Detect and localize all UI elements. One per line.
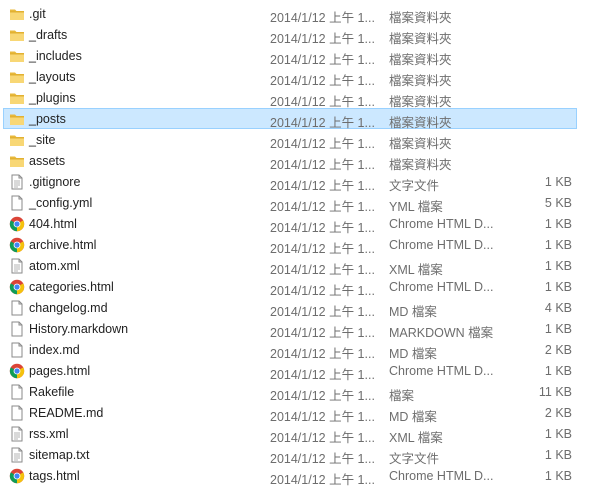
file-name: assets xyxy=(29,154,66,168)
text-file-icon xyxy=(9,174,25,190)
folder-icon xyxy=(9,6,25,22)
file-row[interactable]: tags.html 2014/1/12 上午 1... Chrome HTML D.… xyxy=(3,465,577,487)
file-row[interactable]: .gitignore 2014/1/12 上午 1... 文字文件 1 KB xyxy=(3,171,577,193)
file-name: _plugins xyxy=(29,91,76,105)
file-type: Chrome HTML D... xyxy=(389,469,494,483)
file-icon xyxy=(9,195,25,211)
folder-icon xyxy=(9,90,25,106)
file-name: changelog.md xyxy=(29,301,108,315)
file-type: Chrome HTML D... xyxy=(389,364,494,378)
file-name: index.md xyxy=(29,343,80,357)
chrome-icon xyxy=(9,363,25,379)
file-icon xyxy=(9,300,25,316)
file-type: Chrome HTML D... xyxy=(389,238,494,252)
file-row[interactable]: _config.yml 2014/1/12 上午 1... YML 檔案 5 KB xyxy=(3,192,577,214)
text-file-icon xyxy=(9,258,25,274)
file-name: _drafts xyxy=(29,28,68,42)
file-size: 1 KB xyxy=(544,364,572,378)
file-name: pages.html xyxy=(29,364,91,378)
file-type: Chrome HTML D... xyxy=(389,217,494,231)
file-size: 1 KB xyxy=(544,259,572,273)
file-icon xyxy=(9,405,25,421)
file-name: _config.yml xyxy=(29,196,93,210)
folder-icon xyxy=(9,111,25,127)
file-icon xyxy=(9,342,25,358)
file-size: 1 KB xyxy=(544,427,572,441)
file-name: rss.xml xyxy=(29,427,69,441)
file-size: 1 KB xyxy=(544,238,572,252)
file-name: History.markdown xyxy=(29,322,129,336)
file-row[interactable]: assets 2014/1/12 上午 1... 檔案資料夾 xyxy=(3,150,577,172)
chrome-icon xyxy=(9,216,25,232)
file-row[interactable]: atom.xml 2014/1/12 上午 1... XML 檔案 1 KB xyxy=(3,255,577,277)
file-row[interactable]: rss.xml 2014/1/12 上午 1... XML 檔案 1 KB xyxy=(3,423,577,445)
file-name: .gitignore xyxy=(29,175,81,189)
file-size: 1 KB xyxy=(544,217,572,231)
file-icon xyxy=(9,384,25,400)
text-file-icon xyxy=(9,447,25,463)
folder-icon xyxy=(9,27,25,43)
file-name: atom.xml xyxy=(29,259,80,273)
text-file-icon xyxy=(9,426,25,442)
file-name: _layouts xyxy=(29,70,76,84)
file-name: tags.html xyxy=(29,469,80,483)
file-size: 1 KB xyxy=(544,448,572,462)
file-size: 11 KB xyxy=(538,385,572,399)
chrome-icon xyxy=(9,468,25,484)
file-row[interactable]: History.markdown 2014/1/12 上午 1... MARKDOW… xyxy=(3,318,577,340)
file-row[interactable]: _posts 2014/1/12 上午 1... 檔案資料夾 xyxy=(3,108,577,130)
file-row[interactable]: pages.html 2014/1/12 上午 1... Chrome HTML D… xyxy=(3,360,577,382)
file-size: 5 KB xyxy=(544,196,572,210)
file-row[interactable]: index.md 2014/1/12 上午 1... MD 檔案 2 KB xyxy=(3,339,577,361)
folder-icon xyxy=(9,153,25,169)
file-name: _includes xyxy=(29,49,82,63)
file-row[interactable]: _site 2014/1/12 上午 1... 檔案資料夾 xyxy=(3,129,577,151)
file-name: .git xyxy=(29,7,46,21)
file-row[interactable]: .git 2014/1/12 上午 1... 檔案資料夾 xyxy=(3,3,577,25)
file-row[interactable]: _drafts 2014/1/12 上午 1... 檔案資料夾 xyxy=(3,24,577,46)
folder-icon xyxy=(9,69,25,85)
file-name: _posts xyxy=(29,112,66,126)
file-name: archive.html xyxy=(29,238,97,252)
folder-icon xyxy=(9,48,25,64)
chrome-icon xyxy=(9,279,25,295)
file-name: Rakefile xyxy=(29,385,75,399)
file-row[interactable]: archive.html 2014/1/12 上午 1... Chrome HTML… xyxy=(3,234,577,256)
file-row[interactable]: _layouts 2014/1/12 上午 1... 檔案資料夾 xyxy=(3,66,577,88)
file-name: README.md xyxy=(29,406,104,420)
file-row[interactable]: _includes 2014/1/12 上午 1... 檔案資料夾 xyxy=(3,45,577,67)
file-size: 2 KB xyxy=(544,343,572,357)
file-row[interactable]: 404.html 2014/1/12 上午 1... Chrome HTML D..… xyxy=(3,213,577,235)
file-row[interactable]: README.md 2014/1/12 上午 1... MD 檔案 2 KB xyxy=(3,402,577,424)
file-date-modified: 2014/1/12 上午 1... xyxy=(270,473,375,487)
file-size: 1 KB xyxy=(544,469,572,483)
file-row[interactable]: _plugins 2014/1/12 上午 1... 檔案資料夾 xyxy=(3,87,577,109)
file-row[interactable]: changelog.md 2014/1/12 上午 1... MD 檔案 4 KB xyxy=(3,297,577,319)
folder-icon xyxy=(9,132,25,148)
file-name: sitemap.txt xyxy=(29,448,90,462)
file-name: categories.html xyxy=(29,280,114,294)
file-type: Chrome HTML D... xyxy=(389,280,494,294)
file-size: 4 KB xyxy=(544,301,572,315)
file-icon xyxy=(9,321,25,337)
file-name: 404.html xyxy=(29,217,77,231)
file-row[interactable]: sitemap.txt 2014/1/12 上午 1... 文字文件 1 KB xyxy=(3,444,577,466)
file-row[interactable]: Rakefile 2014/1/12 上午 1... 檔案 11 KB xyxy=(3,381,577,403)
chrome-icon xyxy=(9,237,25,253)
file-size: 1 KB xyxy=(544,280,572,294)
file-name: _site xyxy=(29,133,56,147)
file-size: 1 KB xyxy=(544,175,572,189)
file-row[interactable]: categories.html 2014/1/12 上午 1... Chrome H… xyxy=(3,276,577,298)
file-list: .git 2014/1/12 上午 1... 檔案資料夾 _drafts 2014/1… xyxy=(0,0,603,503)
file-size: 2 KB xyxy=(544,406,572,420)
file-size: 1 KB xyxy=(544,322,572,336)
